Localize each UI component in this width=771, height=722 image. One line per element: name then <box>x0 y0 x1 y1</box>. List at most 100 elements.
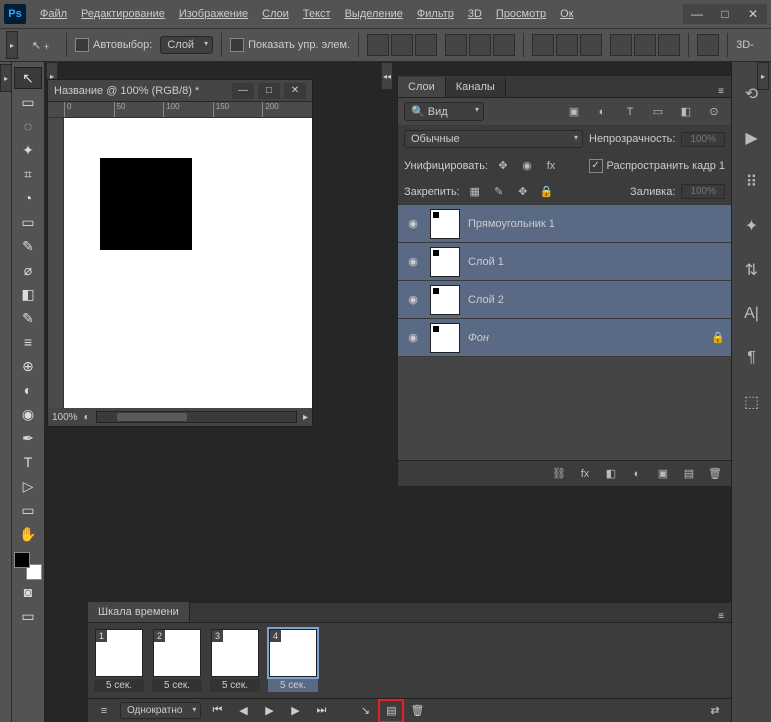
doc-info-icon[interactable]: ◐ <box>84 412 90 423</box>
stamp-tool[interactable]: ⌀ <box>14 259 42 281</box>
pen-tool[interactable]: ◉ <box>14 403 42 425</box>
move-tool[interactable]: ↖ <box>14 67 42 89</box>
layer-row[interactable]: ◉ Слой 1 <box>398 243 731 281</box>
menu-file[interactable]: Файл <box>34 4 73 24</box>
zoom-tool[interactable]: ✋ <box>14 523 42 545</box>
quick-mask-toggle[interactable]: ◙ <box>14 581 42 603</box>
next-frame-button[interactable]: ▶ <box>285 702 305 720</box>
filter-kind-dropdown[interactable]: 🔍 Вид <box>404 102 484 121</box>
convert-timeline-button[interactable]: ⇄ <box>705 702 725 720</box>
first-frame-button[interactable]: ⏮ <box>207 702 227 720</box>
prev-frame-button[interactable]: ◀ <box>233 702 253 720</box>
frame-3[interactable]: 35 сек. <box>210 629 260 692</box>
dist-right-icon[interactable] <box>658 34 680 56</box>
eye-icon[interactable]: ◉ <box>404 293 422 306</box>
character-panel-icon[interactable]: A| <box>738 302 766 326</box>
adjust-panel-icon[interactable]: ⇅ <box>738 258 766 282</box>
layers-panel-menu[interactable]: ≡ <box>711 86 731 97</box>
autoselect-mode-dropdown[interactable]: Слой <box>160 36 213 54</box>
wand-tool[interactable]: ✦ <box>14 139 42 161</box>
filter-toggle-switch[interactable]: ⊙ <box>703 104 725 120</box>
type-tool[interactable]: ✒ <box>14 427 42 449</box>
marquee-tool[interactable]: ▭ <box>14 91 42 113</box>
frame-duration[interactable]: 5 сек. <box>268 679 318 692</box>
dist-top-icon[interactable] <box>532 34 554 56</box>
align-top-icon[interactable] <box>367 34 389 56</box>
eyedropper-tool[interactable]: ◔ <box>14 187 42 209</box>
ruler-vertical[interactable] <box>48 118 64 408</box>
scrollbar-horizontal[interactable] <box>96 411 297 423</box>
window-close[interactable]: ✕ <box>739 4 767 24</box>
tab-timeline[interactable]: Шкала времени <box>88 602 190 622</box>
eye-icon[interactable]: ◉ <box>404 255 422 268</box>
tab-layers[interactable]: Слои <box>398 77 446 97</box>
screen-mode-toggle[interactable]: ▭ <box>14 605 42 627</box>
fill-field[interactable]: 100% <box>681 184 725 199</box>
zoom-level[interactable]: 100% <box>52 412 78 423</box>
layer-row[interactable]: ◉ Прямоугольник 1 <box>398 205 731 243</box>
frame-duration[interactable]: 5 сек. <box>152 679 202 692</box>
doc-maximize[interactable]: □ <box>258 83 280 99</box>
dodge-tool[interactable]: ◐ <box>14 379 42 401</box>
brush-tool[interactable]: ✎ <box>14 235 42 257</box>
lasso-tool[interactable]: ◌ <box>14 115 42 137</box>
auto-align-icon[interactable] <box>697 34 719 56</box>
delete-frame-button[interactable]: 🗑 <box>407 702 427 720</box>
align-bottom-icon[interactable] <box>415 34 437 56</box>
doc-close[interactable]: ✕ <box>284 83 306 99</box>
brushes-panel-icon[interactable]: ✦ <box>738 214 766 238</box>
lock-transparent-icon[interactable]: ▦ <box>466 184 484 200</box>
last-frame-button[interactable]: ⏭ <box>311 702 331 720</box>
filter-smart-icon[interactable]: ◧ <box>675 104 697 120</box>
layer-name[interactable]: Прямоугольник 1 <box>468 218 555 230</box>
link-layers-icon[interactable]: ⛓ <box>549 466 569 482</box>
menu-3d[interactable]: 3D <box>462 4 488 24</box>
scroll-right-icon[interactable]: ▸ <box>303 412 308 423</box>
crop-tool[interactable]: ⌗ <box>14 163 42 185</box>
opacity-field[interactable]: 100% <box>681 132 725 147</box>
menu-filter[interactable]: Фильтр <box>411 4 460 24</box>
adjustment-icon[interactable]: ◐ <box>627 466 647 482</box>
eraser-tool[interactable]: ✎ <box>14 307 42 329</box>
history-brush-tool[interactable]: ◧ <box>14 283 42 305</box>
align-hcenter-icon[interactable] <box>469 34 491 56</box>
canvas[interactable] <box>64 118 312 408</box>
dist-vcenter-icon[interactable] <box>556 34 578 56</box>
loop-mode-dropdown[interactable]: Однократно <box>120 702 201 719</box>
panels-collapse[interactable]: ◂◂ <box>381 62 393 90</box>
unify-visibility-icon[interactable]: ◉ <box>518 158 536 174</box>
filter-shape-icon[interactable]: ▭ <box>647 104 669 120</box>
lock-pixels-icon[interactable]: ✎ <box>490 184 508 200</box>
toolbox-collapse[interactable]: ▸ <box>0 64 12 92</box>
eye-icon[interactable]: ◉ <box>404 331 422 344</box>
filter-adjust-icon[interactable]: ◐ <box>591 104 613 120</box>
shape-tool[interactable]: ▷ <box>14 475 42 497</box>
filter-pixel-icon[interactable]: ▣ <box>563 104 585 120</box>
hand-tool[interactable]: ▭ <box>14 499 42 521</box>
layer-row[interactable]: ◉ Слой 2 <box>398 281 731 319</box>
color-swatches[interactable] <box>14 552 42 580</box>
filter-type-icon[interactable]: T <box>619 104 641 120</box>
show-controls-checkbox[interactable]: Показать упр. элем. <box>230 38 350 52</box>
layer-thumbnail[interactable] <box>430 209 460 239</box>
dist-bottom-icon[interactable] <box>580 34 602 56</box>
layer-name[interactable]: Слой 2 <box>468 294 504 306</box>
new-layer-icon[interactable]: ▤ <box>679 466 699 482</box>
align-vcenter-icon[interactable] <box>391 34 413 56</box>
frame-1[interactable]: 15 сек. <box>94 629 144 692</box>
black-rectangle-shape[interactable] <box>100 158 192 250</box>
paragraph-panel-icon[interactable]: ¶ <box>738 346 766 370</box>
menu-text[interactable]: Текст <box>297 4 337 24</box>
foreground-swatch[interactable] <box>14 552 30 568</box>
frame-duration[interactable]: 5 сек. <box>94 679 144 692</box>
align-left-icon[interactable] <box>445 34 467 56</box>
layer-row[interactable]: ◉ Фон 🔒 <box>398 319 731 357</box>
options-collapse[interactable]: ▸ <box>6 31 18 59</box>
lock-all-icon[interactable]: 🔒 <box>538 184 556 200</box>
window-minimize[interactable]: — <box>683 4 711 24</box>
menu-window[interactable]: Ок <box>554 4 579 24</box>
blend-mode-dropdown[interactable]: Обычные <box>404 130 583 148</box>
unify-style-icon[interactable]: fx <box>542 158 560 174</box>
menu-select[interactable]: Выделение <box>339 4 409 24</box>
menu-edit[interactable]: Редактирование <box>75 4 171 24</box>
